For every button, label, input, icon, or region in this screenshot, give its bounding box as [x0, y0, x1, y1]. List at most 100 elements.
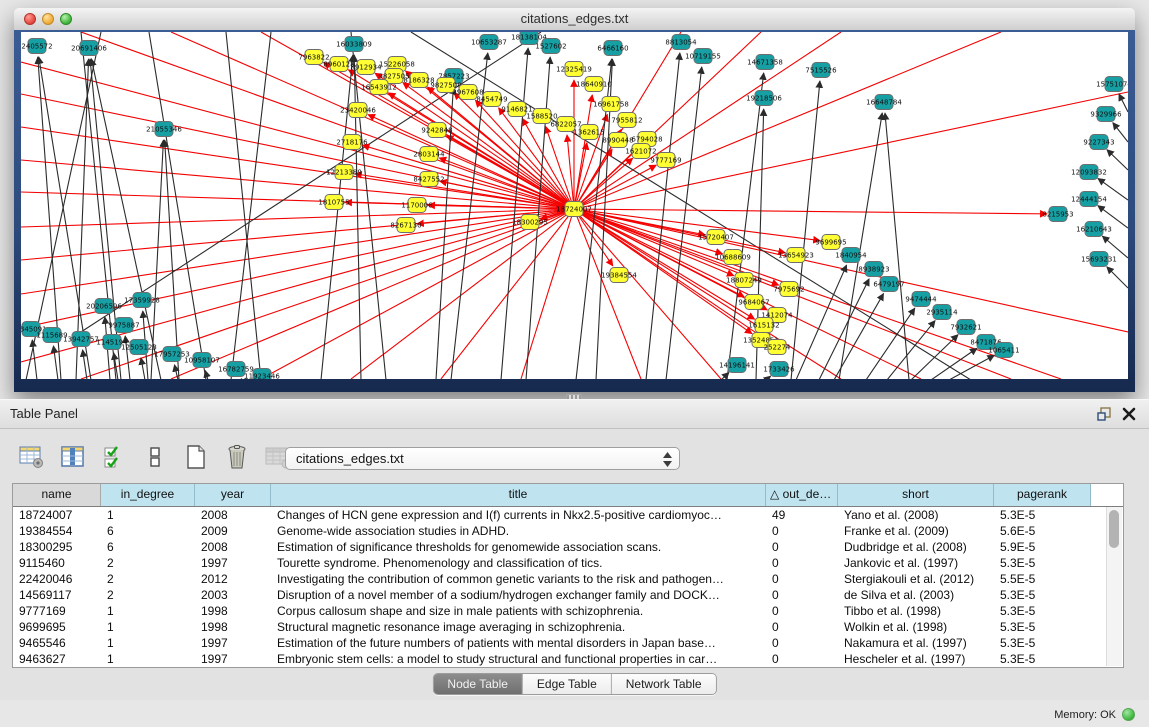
table-cell[interactable]: 6: [101, 523, 195, 539]
table-row[interactable]: 911546021997Tourette syndrome. Phenomeno…: [13, 555, 1123, 571]
column-header-in_degree[interactable]: in_degree: [101, 484, 195, 506]
table-cell[interactable]: Stergiakouli et al. (2012): [838, 571, 994, 587]
table-cell[interactable]: 0: [766, 651, 838, 667]
table-settings-icon[interactable]: [18, 443, 46, 471]
table-cell[interactable]: 5.6E-5: [994, 523, 1091, 539]
table-cell[interactable]: 14569117: [13, 587, 101, 603]
column-header-short[interactable]: short: [838, 484, 994, 506]
table-cell[interactable]: 9777169: [13, 603, 101, 619]
column-header-out_de[interactable]: △ out_de…: [766, 484, 838, 506]
row-height-icon[interactable]: [141, 443, 169, 471]
select-all-check-icon[interactable]: [100, 443, 128, 471]
table-cell[interactable]: Structural magnetic resonance image aver…: [271, 619, 766, 635]
table-cell[interactable]: 0: [766, 619, 838, 635]
table-cell[interactable]: 5.3E-5: [994, 603, 1091, 619]
column-header-title[interactable]: title: [271, 484, 766, 506]
table-cell[interactable]: 1997: [195, 635, 271, 651]
table-cell[interactable]: 9465546: [13, 635, 101, 651]
table-cell[interactable]: Embryonic stem cells: a model to study s…: [271, 651, 766, 667]
table-cell[interactable]: 9463627: [13, 651, 101, 667]
table-cell[interactable]: 0: [766, 523, 838, 539]
table-cell[interactable]: Jankovic et al. (1997): [838, 555, 994, 571]
table-cell[interactable]: Disruption of a novel member of a sodium…: [271, 587, 766, 603]
table-cell[interactable]: 0: [766, 571, 838, 587]
table-cell[interactable]: Changes of HCN gene expression and I(f) …: [271, 507, 766, 523]
select-columns-icon[interactable]: [59, 443, 87, 471]
tab-network-table[interactable]: Network Table: [612, 674, 716, 694]
table-cell[interactable]: 2003: [195, 587, 271, 603]
column-header-name[interactable]: name: [13, 484, 101, 506]
table-row[interactable]: 977716911998Corpus callosum shape and si…: [13, 603, 1123, 619]
table-row[interactable]: 969969511998Structural magnetic resonanc…: [13, 619, 1123, 635]
table-cell[interactable]: 22420046: [13, 571, 101, 587]
table-cell[interactable]: 5.3E-5: [994, 619, 1091, 635]
delete-table-icon[interactable]: [223, 443, 251, 471]
table-cell[interactable]: 5.3E-5: [994, 555, 1091, 571]
table-cell[interactable]: 5.9E-5: [994, 539, 1091, 555]
tab-edge-table[interactable]: Edge Table: [523, 674, 612, 694]
window-titlebar[interactable]: citations_edges.txt: [14, 8, 1135, 31]
table-row[interactable]: 1456911722003Disruption of a novel membe…: [13, 587, 1123, 603]
column-header-year[interactable]: year: [195, 484, 271, 506]
table-scrollbar-thumb[interactable]: [1109, 510, 1119, 548]
table-cell[interactable]: 0: [766, 539, 838, 555]
table-cell[interactable]: 0: [766, 603, 838, 619]
table-cell[interactable]: 1: [101, 635, 195, 651]
new-table-icon[interactable]: [182, 443, 210, 471]
float-panel-icon[interactable]: [1097, 406, 1113, 422]
table-cell[interactable]: 18300295: [13, 539, 101, 555]
table-cell[interactable]: 9115460: [13, 555, 101, 571]
table-cell[interactable]: 1: [101, 651, 195, 667]
table-cell[interactable]: 2008: [195, 539, 271, 555]
table-cell[interactable]: Yano et al. (2008): [838, 507, 994, 523]
table-cell[interactable]: Tibbo et al. (1998): [838, 603, 994, 619]
table-cell[interactable]: 5.3E-5: [994, 587, 1091, 603]
table-cell[interactable]: Estimation of significance thresholds fo…: [271, 539, 766, 555]
table-cell[interactable]: 2009: [195, 523, 271, 539]
table-row[interactable]: 2242004622012Investigating the contribut…: [13, 571, 1123, 587]
table-cell[interactable]: 9699695: [13, 619, 101, 635]
table-cell[interactable]: Tourette syndrome. Phenomenology and cla…: [271, 555, 766, 571]
table-row[interactable]: 1830029562008Estimation of significance …: [13, 539, 1123, 555]
table-selector-dropdown[interactable]: citations_edges.txt: [285, 447, 680, 470]
table-cell[interactable]: 1998: [195, 603, 271, 619]
table-cell[interactable]: 49: [766, 507, 838, 523]
table-cell[interactable]: Investigating the contribution of common…: [271, 571, 766, 587]
table-cell[interactable]: 0: [766, 555, 838, 571]
table-row[interactable]: 1938455462009Genome-wide association stu…: [13, 523, 1123, 539]
table-cell[interactable]: 0: [766, 635, 838, 651]
table-cell[interactable]: Genome-wide association studies in ADHD.: [271, 523, 766, 539]
table-cell[interactable]: 2: [101, 555, 195, 571]
table-cell[interactable]: 18724007: [13, 507, 101, 523]
table-cell[interactable]: Nakamura et al. (1997): [838, 635, 994, 651]
table-cell[interactable]: Corpus callosum shape and size in male p…: [271, 603, 766, 619]
table-cell[interactable]: 1: [101, 507, 195, 523]
table-cell[interactable]: Hescheler et al. (1997): [838, 651, 994, 667]
table-cell[interactable]: 1: [101, 619, 195, 635]
table-cell[interactable]: Wolkin et al. (1998): [838, 619, 994, 635]
table-cell[interactable]: 1: [101, 603, 195, 619]
column-header-pagerank[interactable]: pagerank: [994, 484, 1091, 506]
table-cell[interactable]: Dudbridge et al. (2008): [838, 539, 994, 555]
table-cell[interactable]: 2: [101, 571, 195, 587]
table-cell[interactable]: 2: [101, 587, 195, 603]
table-row[interactable]: 946362711997Embryonic stem cells: a mode…: [13, 651, 1123, 667]
table-cell[interactable]: 5.3E-5: [994, 651, 1091, 667]
table-cell[interactable]: Franke et al. (2009): [838, 523, 994, 539]
network-graph-canvas[interactable]: 2405572206914061603380918138104106532871…: [21, 32, 1128, 379]
table-cell[interactable]: 2012: [195, 571, 271, 587]
table-cell[interactable]: 19384554: [13, 523, 101, 539]
table-cell[interactable]: 5.5E-5: [994, 571, 1091, 587]
table-scrollbar[interactable]: [1106, 507, 1122, 666]
table-cell[interactable]: Estimation of the future numbers of pati…: [271, 635, 766, 651]
table-row[interactable]: 1872400712008Changes of HCN gene express…: [13, 507, 1123, 523]
table-cell[interactable]: 6: [101, 539, 195, 555]
tab-node-table[interactable]: Node Table: [433, 674, 523, 694]
table-row[interactable]: 946554611997Estimation of the future num…: [13, 635, 1123, 651]
table-cell[interactable]: 2008: [195, 507, 271, 523]
table-cell[interactable]: 5.3E-5: [994, 507, 1091, 523]
table-cell[interactable]: 1997: [195, 651, 271, 667]
table-cell[interactable]: de Silva et al. (2003): [838, 587, 994, 603]
table-cell[interactable]: 0: [766, 587, 838, 603]
table-cell[interactable]: 1997: [195, 555, 271, 571]
